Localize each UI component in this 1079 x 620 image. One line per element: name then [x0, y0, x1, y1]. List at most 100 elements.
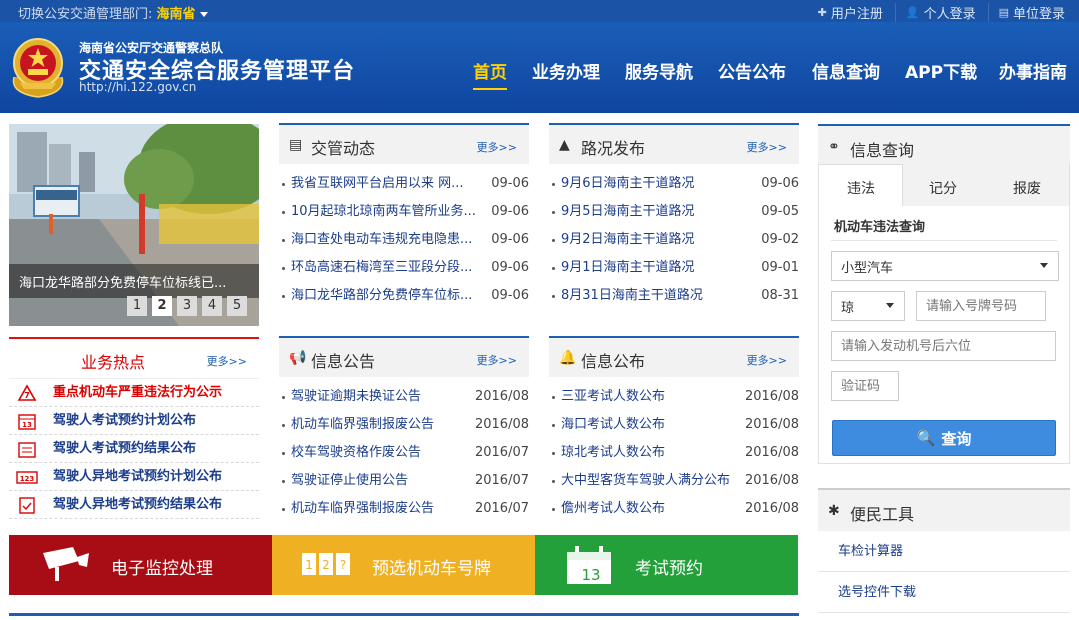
item-title[interactable]: 驾驶人考试预约计划公布: [53, 413, 196, 428]
list-item[interactable]: 7 重点机动车严重违法行为公示: [9, 379, 259, 407]
nav-service-guide[interactable]: 服务导航: [625, 58, 693, 83]
item-title[interactable]: 三亚考试人数公布: [561, 383, 746, 411]
caret-down-icon[interactable]: [199, 12, 208, 17]
item-date: 09-06: [491, 288, 529, 303]
item-title[interactable]: 9月5日海南主干道路况: [561, 198, 756, 226]
list-item[interactable]: 8月31日海南主干道路况 08-31: [549, 282, 799, 310]
plate-preselect-button[interactable]: 1 2 ? 预选机动车号牌: [272, 535, 535, 595]
list-item[interactable]: 驾驶人考试预约结果公布: [9, 435, 259, 463]
slide-page-3[interactable]: 3: [177, 296, 197, 316]
item-title[interactable]: 琼北考试人数公布: [561, 439, 746, 467]
item-title[interactable]: 校车驾驶资格作废公告: [291, 439, 476, 467]
engine-number-input[interactable]: [831, 331, 1056, 361]
list-item[interactable]: 机动车临界强制报废公告 2016/07: [279, 495, 529, 523]
item-title[interactable]: 重点机动车严重违法行为公示: [53, 385, 222, 400]
e-monitoring-button[interactable]: 电子监控处理: [9, 535, 272, 595]
more-link[interactable]: 更多>>: [747, 139, 787, 155]
item-date: 09-01: [761, 260, 799, 275]
list-item[interactable]: 9月1日海南主干道路况 09-01: [549, 254, 799, 282]
item-title[interactable]: 机动车临界强制报废公告: [291, 495, 476, 523]
item-title[interactable]: 9月1日海南主干道路况: [561, 254, 756, 282]
item-title[interactable]: 10月起琼北琼南两车管所业务...: [291, 198, 486, 226]
list-item[interactable]: 123 驾驶人异地考试预约计划公布: [9, 463, 259, 491]
item-date: 2016/08: [744, 501, 799, 516]
list-item[interactable]: 校车驾驶资格作废公告 2016/07: [279, 439, 529, 467]
list-item[interactable]: 驾驶证逾期未换证公告 2016/08: [279, 383, 529, 411]
item-title[interactable]: 大中型客货车驾驶人满分公布: [561, 467, 746, 495]
query-button[interactable]: 🔍 查询: [832, 420, 1056, 456]
department-label: 切换公安交通管理部门:: [18, 7, 153, 22]
tools-header: ✱ 便民工具: [818, 488, 1070, 531]
nav-info-query[interactable]: 信息查询: [812, 58, 880, 83]
list-item[interactable]: 9月6日海南主干道路况 09-06: [549, 170, 799, 198]
nav-app-download[interactable]: APP下载: [905, 58, 977, 83]
slide-page-5[interactable]: 5: [227, 296, 247, 316]
item-title[interactable]: 驾驶人考试预约结果公布: [53, 441, 196, 456]
item-title[interactable]: 我省互联网平台启用以来 网...: [291, 170, 486, 198]
item-title[interactable]: 8月31日海南主干道路况: [561, 282, 756, 310]
item-title[interactable]: 驾驶证逾期未换证公告: [291, 383, 476, 411]
slide-page-4[interactable]: 4: [202, 296, 222, 316]
list-item[interactable]: 琼北考试人数公布 2016/08: [549, 439, 799, 467]
item-title[interactable]: 9月2日海南主干道路况: [561, 226, 756, 254]
query-header: ⚭ 信息查询: [818, 124, 1070, 167]
item-title[interactable]: 儋州考试人数公布: [561, 495, 746, 523]
more-link[interactable]: 更多>>: [477, 352, 517, 368]
tool-inspection-calculator[interactable]: 车检计算器: [818, 531, 1070, 572]
svg-text:123: 123: [20, 475, 35, 483]
item-title[interactable]: 驾驶人异地考试预约结果公布: [53, 497, 222, 512]
register-link[interactable]: ✚ 用户注册: [808, 3, 883, 22]
department-value[interactable]: 海南省: [157, 7, 196, 22]
captcha-input[interactable]: [831, 371, 899, 401]
item-title[interactable]: 驾驶人异地考试预约计划公布: [53, 469, 222, 484]
list-item[interactable]: 海口查处电动车违规充电隐患... 09-06: [279, 226, 529, 254]
item-title[interactable]: 机动车临界强制报废公告: [291, 411, 476, 439]
list-item[interactable]: 我省互联网平台启用以来 网... 09-06: [279, 170, 529, 198]
slide-page-2[interactable]: 2: [152, 296, 172, 316]
news-slider[interactable]: 海口龙华路部分免费停车位标线已... 1 2 3 4 5: [9, 124, 259, 326]
hot-business-panel: 业务热点 更多>> 7 重点机动车严重违法行为公示 13 驾驶人考试预约计划公布…: [9, 337, 259, 519]
more-link[interactable]: 更多>>: [207, 353, 247, 369]
list-item[interactable]: 环岛高速石梅湾至三亚段分段... 09-06: [279, 254, 529, 282]
tab-scrap[interactable]: 报废: [1013, 178, 1041, 198]
list-item[interactable]: 海口龙华路部分免费停车位标... 09-06: [279, 282, 529, 310]
department-switcher[interactable]: 切换公安交通管理部门: 海南省: [18, 3, 208, 22]
list-item[interactable]: 10月起琼北琼南两车管所业务... 09-06: [279, 198, 529, 226]
slide-page-1[interactable]: 1: [127, 296, 147, 316]
list-item[interactable]: 13 驾驶人考试预约计划公布: [9, 407, 259, 435]
nav-announcements[interactable]: 公告公布: [718, 58, 786, 83]
nav-guide[interactable]: 办事指南: [999, 58, 1067, 83]
item-title[interactable]: 9月6日海南主干道路况: [561, 170, 756, 198]
panel-header: 业务热点 更多>>: [9, 337, 259, 379]
item-title[interactable]: 海口查处电动车违规充电隐患...: [291, 226, 486, 254]
list-item[interactable]: 9月2日海南主干道路况 09-02: [549, 226, 799, 254]
more-link[interactable]: 更多>>: [477, 139, 517, 155]
tool-number-selector-download[interactable]: 选号控件下载: [818, 572, 1070, 613]
personal-login-link[interactable]: 👤 个人登录: [894, 3, 976, 22]
list-item[interactable]: 9月5日海南主干道路况 09-05: [549, 198, 799, 226]
item-title[interactable]: 环岛高速石梅湾至三亚段分段...: [291, 254, 486, 282]
list-item[interactable]: 驾驶证停止使用公告 2016/07: [279, 467, 529, 495]
list-item[interactable]: 三亚考试人数公布 2016/08: [549, 383, 799, 411]
list-item[interactable]: 儋州考试人数公布 2016/08: [549, 495, 799, 523]
vehicle-type-select[interactable]: 小型汽车: [831, 251, 1059, 281]
list-item[interactable]: 大中型客货车驾驶人满分公布 2016/08: [549, 467, 799, 495]
list-item[interactable]: 驾驶人异地考试预约结果公布: [9, 491, 259, 519]
item-date: 09-06: [491, 260, 529, 275]
exam-booking-button[interactable]: 13 考试预约: [535, 535, 798, 595]
nav-home[interactable]: 首页: [473, 58, 507, 83]
list-item[interactable]: 机动车临界强制报废公告 2016/08: [279, 411, 529, 439]
tab-points[interactable]: 记分: [929, 178, 957, 198]
plate-number-input[interactable]: [916, 291, 1046, 321]
unit-login-link[interactable]: ▤ 单位登录: [987, 3, 1065, 22]
more-link[interactable]: 更多>>: [747, 352, 787, 368]
slide-caption[interactable]: 海口龙华路部分免费停车位标线已...: [9, 264, 259, 298]
list-item[interactable]: 海口考试人数公布 2016/08: [549, 411, 799, 439]
item-title[interactable]: 海口龙华路部分免费停车位标...: [291, 282, 486, 310]
nav-business[interactable]: 业务办理: [532, 58, 600, 83]
notice-list: 驾驶证逾期未换证公告 2016/08 机动车临界强制报废公告 2016/08 校车驾…: [279, 383, 529, 523]
item-title[interactable]: 海口考试人数公布: [561, 411, 746, 439]
province-select[interactable]: 琼: [831, 291, 905, 321]
item-title[interactable]: 驾驶证停止使用公告: [291, 467, 476, 495]
tab-violation[interactable]: 违法: [847, 178, 875, 198]
